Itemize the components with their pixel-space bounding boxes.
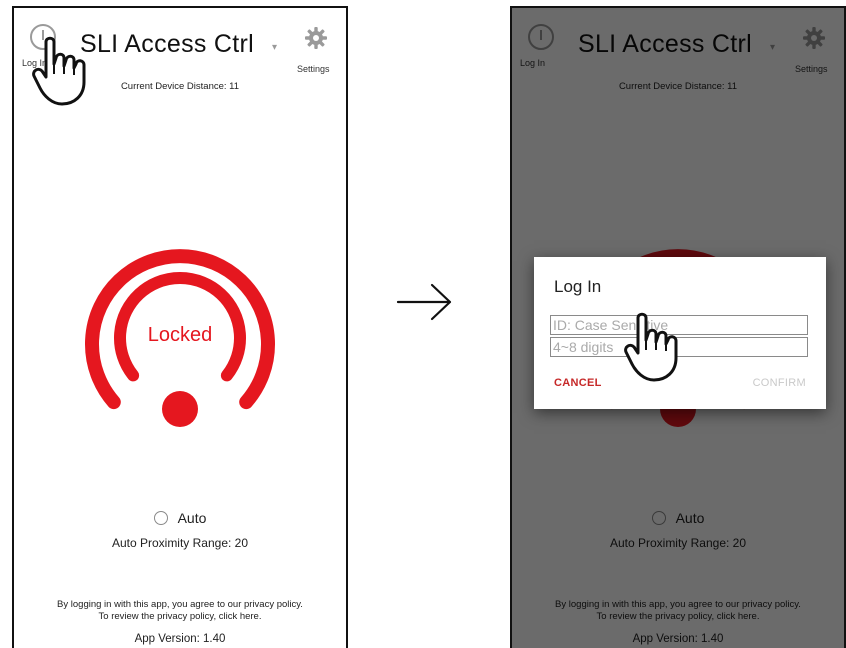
app-version: App Version: 1.40 [134,633,226,645]
auto-label: Auto [177,510,207,526]
phone-screen-login: Log In SLI Access Ctrl ▾ Settings Curren… [510,6,846,648]
proximity-range-text: Auto Proximity Range: 20 [111,536,249,550]
settings-label[interactable]: Settings [297,64,330,74]
phone-screen-main: Log In SLI Access Ctrl ▾ Settings Curren… [12,6,348,648]
auto-toggle-row[interactable]: Auto [14,510,346,526]
privacy-notice: By logging in with this app, you agree t… [14,599,346,623]
dialog-title: Log In [554,277,602,296]
gear-icon[interactable] [304,26,328,50]
lock-status-graphic[interactable]: Locked [81,226,279,436]
lock-status-label: Locked [148,324,213,346]
status-dot [162,391,198,427]
auto-radio[interactable] [153,511,168,525]
arrow-right-icon [396,283,452,321]
privacy-line-2[interactable]: To review the privacy policy, click here… [14,611,346,623]
privacy-line-1: By logging in with this app, you agree t… [57,599,303,610]
pointing-hand-icon [624,310,684,382]
dropdown-icon[interactable]: ▾ [272,42,277,53]
pointing-hand-icon [32,34,92,106]
app-title: SLI Access Ctrl [80,30,254,58]
confirm-button[interactable]: CONFIRM [753,377,806,389]
cancel-button[interactable]: CANCEL [554,377,602,389]
